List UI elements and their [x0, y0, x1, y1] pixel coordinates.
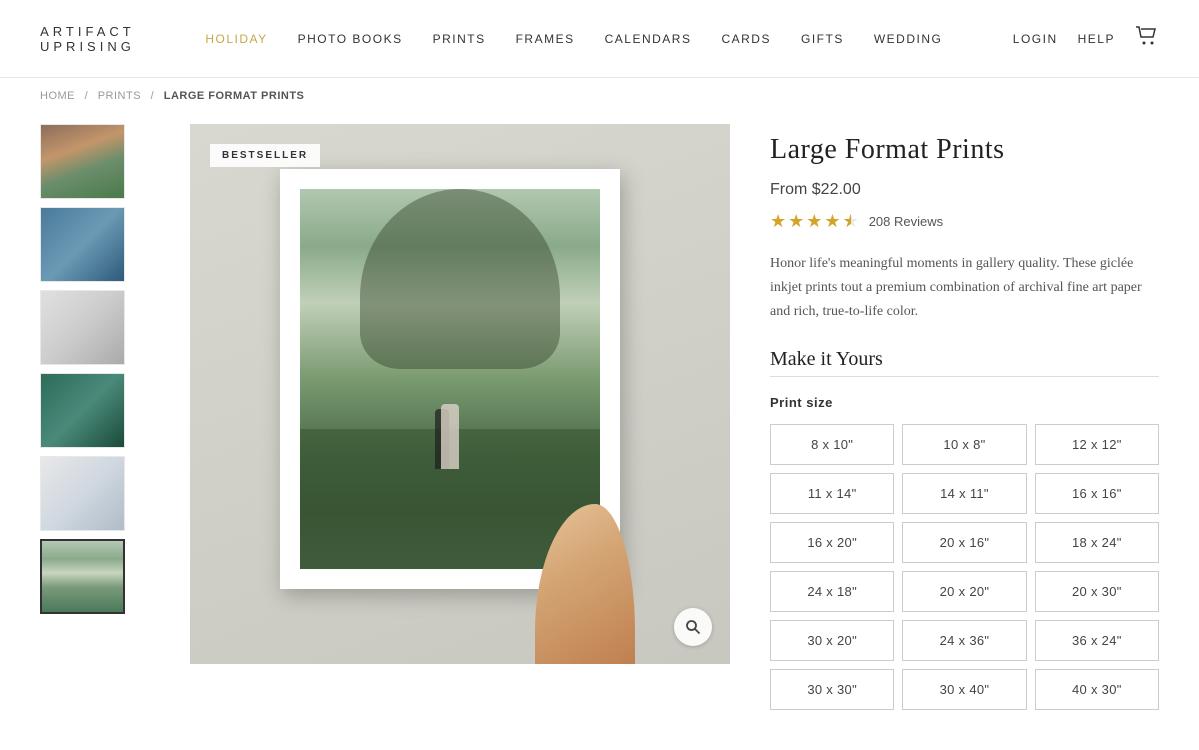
main-nav: HOLIDAY PHOTO BOOKS PRINTS FRAMES CALEND… [205, 32, 942, 46]
size-option-4[interactable]: 14 x 11" [902, 473, 1026, 514]
bestseller-badge: BESTSELLER [210, 144, 320, 167]
thumbnail-list [40, 124, 150, 710]
logo-bottom: UPRISING [40, 39, 135, 54]
zoom-button[interactable] [674, 608, 712, 646]
breadcrumb-separator-1: / [85, 90, 89, 102]
size-option-8[interactable]: 18 x 24" [1035, 522, 1159, 563]
thumbnail-4[interactable] [40, 373, 125, 448]
size-option-1[interactable]: 10 x 8" [902, 424, 1026, 465]
thumbnail-3[interactable] [40, 290, 125, 365]
make-it-yours-heading: Make it Yours [770, 348, 1159, 371]
thumbnail-6[interactable] [40, 539, 125, 614]
breadcrumb: HOME / PRINTS / LARGE FORMAT PRINTS [0, 78, 1199, 114]
nav-photo-books[interactable]: PHOTO BOOKS [298, 32, 403, 46]
nav-calendars[interactable]: CALENDARS [605, 32, 692, 46]
rating-row: ★ ★ ★ ★ ★★ 208 Reviews [770, 211, 1159, 232]
size-options-grid: 8 x 10"10 x 8"12 x 12" 11 x 14"14 x 11"16… [770, 424, 1159, 710]
thumbnail-2[interactable] [40, 207, 125, 282]
size-option-3[interactable]: 11 x 14" [770, 473, 894, 514]
size-option-15[interactable]: 30 x 30" [770, 669, 894, 710]
size-option-9[interactable]: 24 x 18" [770, 571, 894, 612]
size-option-13[interactable]: 24 x 36" [902, 620, 1026, 661]
breadcrumb-home[interactable]: HOME [40, 90, 75, 102]
thumbnail-5[interactable] [40, 456, 125, 531]
star-5-half: ★★ [843, 211, 859, 232]
size-option-17[interactable]: 40 x 30" [1035, 669, 1159, 710]
size-option-14[interactable]: 36 x 24" [1035, 620, 1159, 661]
size-option-0[interactable]: 8 x 10" [770, 424, 894, 465]
breadcrumb-prints[interactable]: PRINTS [98, 90, 141, 102]
logo[interactable]: ARTIFACT UPRISING [40, 24, 135, 54]
size-option-7[interactable]: 20 x 16" [902, 522, 1026, 563]
star-3: ★ [806, 211, 822, 232]
header: ARTIFACT UPRISING HOLIDAY PHOTO BOOKS PR… [0, 0, 1199, 78]
main-image-area: BESTSELLER [190, 124, 730, 664]
size-option-11[interactable]: 20 x 30" [1035, 571, 1159, 612]
size-option-16[interactable]: 30 x 40" [902, 669, 1026, 710]
breadcrumb-separator-2: / [151, 90, 155, 102]
product-description: Honor life's meaningful moments in galle… [770, 252, 1159, 323]
section-divider [770, 376, 1159, 377]
nav-holiday[interactable]: HOLIDAY [205, 32, 267, 46]
login-link[interactable]: LOGIN [1013, 32, 1058, 46]
nav-wedding[interactable]: WEDDING [874, 32, 943, 46]
help-link[interactable]: HELP [1078, 32, 1115, 46]
product-info: Large Format Prints From $22.00 ★ ★ ★ ★ … [770, 124, 1159, 710]
product-title: Large Format Prints [770, 134, 1159, 166]
reviews-count[interactable]: 208 Reviews [869, 214, 943, 229]
star-1: ★ [770, 211, 786, 232]
header-right: LOGIN HELP [1013, 26, 1159, 52]
thumbnail-1[interactable] [40, 124, 125, 199]
size-option-5[interactable]: 16 x 16" [1035, 473, 1159, 514]
breadcrumb-current: LARGE FORMAT PRINTS [164, 90, 305, 102]
nav-prints[interactable]: PRINTS [433, 32, 486, 46]
cart-button[interactable] [1135, 26, 1159, 52]
product-price: From $22.00 [770, 181, 1159, 199]
size-option-12[interactable]: 30 x 20" [770, 620, 894, 661]
nav-gifts[interactable]: GIFTS [801, 32, 844, 46]
size-option-6[interactable]: 16 x 20" [770, 522, 894, 563]
size-option-2[interactable]: 12 x 12" [1035, 424, 1159, 465]
star-2: ★ [788, 211, 804, 232]
print-size-label: Print size [770, 395, 1159, 410]
star-rating: ★ ★ ★ ★ ★★ [770, 211, 859, 232]
main-content: BESTSELLER [0, 114, 1199, 750]
star-4: ★ [824, 211, 840, 232]
size-option-10[interactable]: 20 x 20" [902, 571, 1026, 612]
nav-frames[interactable]: FRAMES [516, 32, 575, 46]
logo-top: ARTIFACT [40, 24, 135, 39]
nav-cards[interactable]: CARDS [721, 32, 771, 46]
